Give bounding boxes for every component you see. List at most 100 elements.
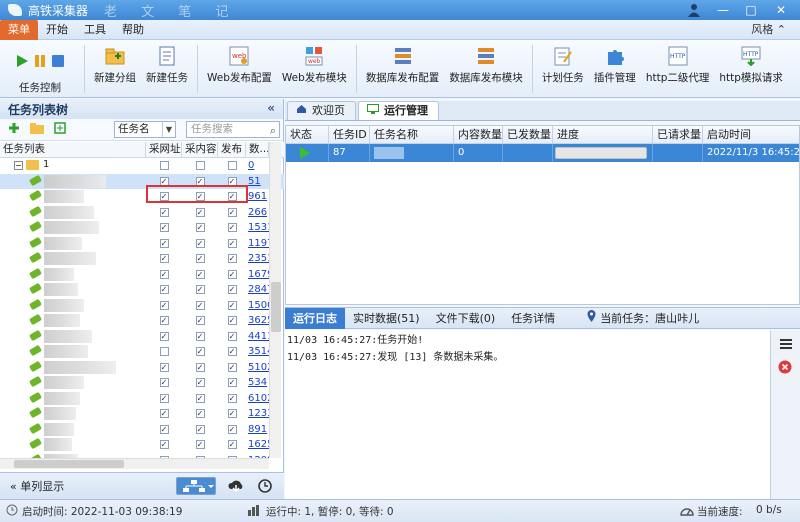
col-task-name[interactable]: 任务名称 — [370, 126, 454, 143]
http-request-button[interactable]: HTTP http模拟请求 — [714, 46, 788, 98]
task-row[interactable]: ✓✓✓16795 — [0, 267, 284, 283]
collapse-panel-button[interactable]: « — [267, 101, 275, 115]
tab-task-detail[interactable]: 任务详情 — [503, 308, 563, 329]
checkbox[interactable]: ✓ — [227, 300, 237, 310]
task-row[interactable]: ✓ ✓ ✓ 266 — [0, 205, 284, 221]
filter-select[interactable]: 任务名 ▼ — [114, 121, 176, 138]
scrollbar-thumb[interactable] — [271, 282, 281, 332]
checkbox[interactable]: ✓ — [195, 331, 205, 341]
task-row[interactable]: ✓ ✓ ✓ 891 — [0, 422, 284, 438]
checkbox[interactable]: ✓ — [159, 254, 169, 264]
http-proxy-button[interactable]: HTTP http二级代理 — [641, 46, 715, 98]
checkbox[interactable]: ✓ — [195, 424, 205, 434]
checkbox[interactable]: ✓ — [227, 362, 237, 372]
checkbox[interactable]: ✓ — [195, 409, 205, 419]
task-search-input[interactable]: 任务搜索 ⌕ — [186, 121, 280, 138]
tree-view-button[interactable] — [176, 477, 216, 495]
col-task-id[interactable]: 任务ID — [329, 126, 370, 143]
task-row[interactable]: ✓ ✓ ✓ 3625 — [0, 313, 284, 329]
new-group-button[interactable]: 新建分组 — [89, 46, 141, 98]
col-published-count[interactable]: 已发数量 — [503, 126, 553, 143]
checkbox[interactable]: ✓ — [195, 254, 205, 264]
task-row[interactable]: ✓ ✓ ✓ 5102 — [0, 360, 284, 376]
checkbox[interactable]: ✓ — [227, 316, 237, 326]
checkbox[interactable]: ✓ — [227, 378, 237, 388]
checkbox[interactable]: ✓ — [195, 316, 205, 326]
task-row[interactable]: ✓ ✓ ✓ 1197 — [0, 236, 284, 252]
checkbox[interactable]: ✓ — [159, 440, 169, 450]
checkbox[interactable]: ✓ — [227, 440, 237, 450]
checkbox[interactable]: ✓ — [227, 409, 237, 419]
new-task-button[interactable]: 新建任务 — [141, 46, 193, 98]
checkbox[interactable]: ✓ — [195, 440, 205, 450]
col-collect-content[interactable]: 采内容 — [182, 142, 218, 157]
checkbox[interactable]: ✓ — [227, 254, 237, 264]
col-collect-url[interactable]: 采网址 — [146, 142, 182, 157]
pause-icon[interactable] — [33, 54, 47, 71]
col-status[interactable]: 状态 — [286, 126, 329, 143]
clear-log-icon[interactable] — [778, 360, 792, 377]
vertical-scrollbar[interactable] — [269, 142, 281, 458]
checkbox[interactable]: ✓ — [159, 409, 169, 419]
col-task-list[interactable]: 任务列表 — [0, 142, 146, 157]
tab-file-download[interactable]: 文件下载(0) — [428, 308, 504, 329]
checkbox[interactable]: ✓ — [159, 269, 169, 279]
task-row[interactable]: ✓ ✓ ✓ 1500 — [0, 298, 284, 314]
task-row[interactable]: ✓✓✓28477 — [0, 282, 284, 298]
checkbox[interactable]: ✓ — [159, 285, 169, 295]
expand-all-icon[interactable] — [54, 122, 66, 137]
task-row[interactable]: ✓✓✓23515 — [0, 251, 284, 267]
menu-tools[interactable]: 工具 — [76, 20, 114, 40]
checkbox[interactable]: ✓ — [227, 223, 237, 233]
schedule-button[interactable]: 计划任务 — [537, 46, 589, 98]
task-row[interactable]: ✓ ✓ ✓ 4411 — [0, 329, 284, 345]
col-publish[interactable]: 发布 — [218, 142, 246, 157]
checkbox[interactable]: ✓ — [195, 238, 205, 248]
scrollbar-thumb[interactable] — [14, 460, 124, 468]
menu-start[interactable]: 开始 — [38, 20, 76, 40]
col-count[interactable]: 数... — [246, 142, 269, 157]
minimize-button[interactable]: — — [712, 0, 734, 20]
checkbox[interactable]: ✓ — [195, 285, 205, 295]
col-start-time[interactable]: 启动时间 — [703, 126, 799, 143]
plugin-button[interactable]: 插件管理 — [589, 46, 641, 98]
start-icon[interactable] — [15, 54, 29, 71]
checkbox[interactable]: ✓ — [195, 269, 205, 279]
horizontal-scrollbar[interactable] — [0, 458, 269, 469]
close-button[interactable]: ✕ — [770, 0, 792, 20]
checkbox[interactable]: ✓ — [195, 300, 205, 310]
task-row[interactable]: ✓ ✓ ✓ 1625 — [0, 437, 284, 453]
checkbox[interactable]: ✓ — [195, 347, 205, 357]
single-display-button[interactable]: « 单列显示 — [10, 478, 64, 494]
running-task-row[interactable]: 87 0 2022/11/3 16:45:27 — [286, 144, 800, 162]
tab-run-log[interactable]: 运行日志 — [285, 307, 345, 329]
checkbox[interactable]: ✓ — [227, 238, 237, 248]
checkbox[interactable]: ✓ — [159, 378, 169, 388]
clock-icon[interactable] — [258, 479, 272, 496]
task-row[interactable]: ✓✓✓12333 — [0, 406, 284, 422]
col-requested[interactable]: 已请求量 — [653, 126, 703, 143]
cloud-download-icon[interactable] — [228, 479, 244, 496]
menu-icon[interactable] — [779, 338, 793, 353]
web-module-button[interactable]: web Web发布模块 — [277, 46, 352, 98]
checkbox[interactable]: ✓ — [227, 347, 237, 357]
db-module-button[interactable]: 数据库发布模块 — [444, 46, 528, 98]
checkbox[interactable]: ✓ — [227, 424, 237, 434]
checkbox[interactable]: ✓ — [195, 223, 205, 233]
tab-realtime-data[interactable]: 实时数据(51) — [345, 308, 428, 329]
col-content-count[interactable]: 内容数量 — [454, 126, 503, 143]
checkbox[interactable]: ✓ — [227, 393, 237, 403]
checkbox[interactable]: ✓ — [159, 424, 169, 434]
checkbox[interactable]: ✓ — [227, 331, 237, 341]
checkbox[interactable]: ✓ — [159, 238, 169, 248]
checkbox[interactable]: ✓ — [227, 207, 237, 217]
checkbox[interactable] — [159, 161, 169, 171]
checkbox[interactable]: ✓ — [159, 316, 169, 326]
tab-run-management[interactable]: 运行管理 — [358, 101, 439, 120]
checkbox[interactable]: ✓ — [159, 223, 169, 233]
checkbox[interactable]: ✓ — [159, 393, 169, 403]
maximize-button[interactable]: □ — [740, 0, 762, 20]
collapse-node-icon[interactable]: − — [14, 161, 23, 171]
checkbox[interactable]: ✓ — [159, 300, 169, 310]
checkbox[interactable]: ✓ — [227, 269, 237, 279]
